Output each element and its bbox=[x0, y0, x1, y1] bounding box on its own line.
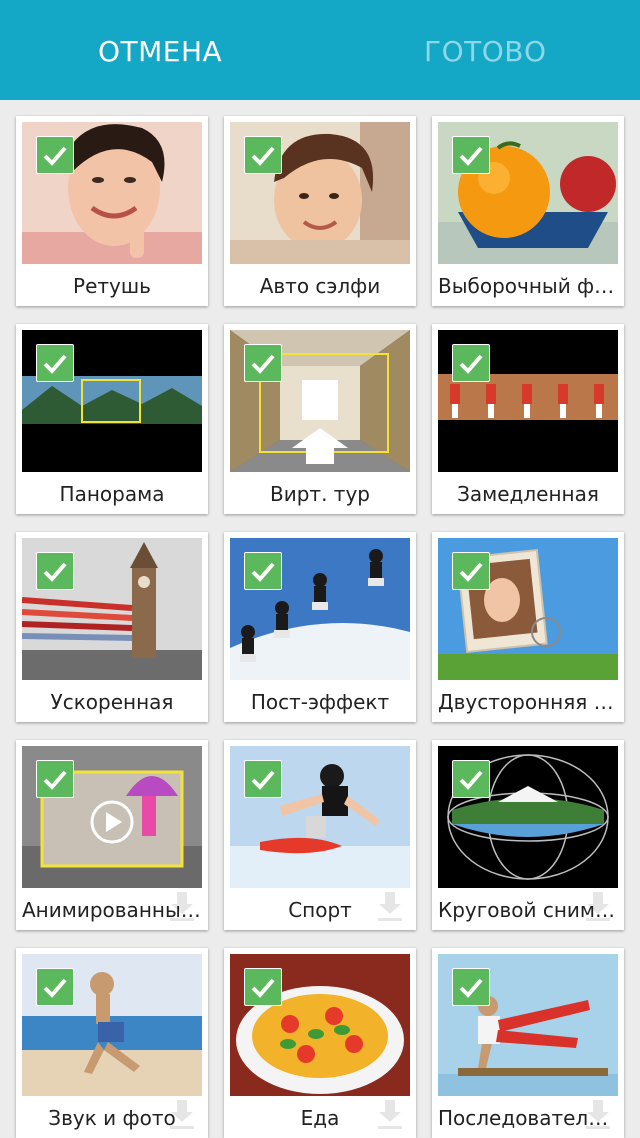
mode-card-slow-motion[interactable]: Замедленная bbox=[432, 324, 624, 514]
mode-card-animated-gif[interactable]: Анимированный GIF bbox=[16, 740, 208, 930]
mode-label: Анимированный GIF bbox=[22, 898, 208, 922]
done-button[interactable]: ГОТОВО bbox=[424, 30, 547, 74]
mode-label: Пост-эффект bbox=[250, 690, 390, 714]
check-icon[interactable] bbox=[452, 136, 490, 174]
mode-card-sport[interactable]: Спорт bbox=[224, 740, 416, 930]
check-icon[interactable] bbox=[36, 136, 74, 174]
mode-card-surround-shot[interactable]: Круговой снимок bbox=[432, 740, 624, 930]
mode-label: Вирт. тур bbox=[270, 482, 370, 506]
check-icon[interactable] bbox=[36, 760, 74, 798]
mode-label: Замедленная bbox=[457, 482, 599, 506]
check-icon[interactable] bbox=[244, 344, 282, 382]
check-icon[interactable] bbox=[244, 760, 282, 798]
mode-card-auto-selfie[interactable]: Авто сэлфи bbox=[224, 116, 416, 306]
mode-label: Звук и фото bbox=[48, 1106, 176, 1130]
mode-card-hyperlapse[interactable]: Ускоренная bbox=[16, 532, 208, 722]
check-icon[interactable] bbox=[36, 968, 74, 1006]
check-icon[interactable] bbox=[452, 968, 490, 1006]
cancel-button[interactable]: ОТМЕНА bbox=[98, 30, 222, 74]
mode-grid: Ретушь Авто сэлфи Выборочный фокус Панор… bbox=[0, 100, 640, 1138]
mode-label: Панорама bbox=[59, 482, 165, 506]
mode-label: Ретушь bbox=[73, 274, 151, 298]
mode-card-sound-and-shot[interactable]: Звук и фото bbox=[16, 948, 208, 1138]
check-icon[interactable] bbox=[452, 552, 490, 590]
mode-card-sequence-shot[interactable]: Последовательная съемка bbox=[432, 948, 624, 1138]
mode-card-food[interactable]: Еда bbox=[224, 948, 416, 1138]
mode-label: Спорт bbox=[288, 898, 352, 922]
mode-card-selective-focus[interactable]: Выборочный фокус bbox=[432, 116, 624, 306]
mode-label: Двусторонняя съемка bbox=[438, 690, 624, 714]
mode-card-post-effect[interactable]: Пост-эффект bbox=[224, 532, 416, 722]
check-icon[interactable] bbox=[244, 552, 282, 590]
mode-card-virtual-tour[interactable]: Вирт. тур bbox=[224, 324, 416, 514]
mode-label: Выборочный фокус bbox=[438, 274, 624, 298]
check-icon[interactable] bbox=[36, 344, 74, 382]
check-icon[interactable] bbox=[452, 760, 490, 798]
check-icon[interactable] bbox=[244, 968, 282, 1006]
check-icon[interactable] bbox=[244, 136, 282, 174]
mode-label: Круговой снимок bbox=[438, 898, 620, 922]
top-bar: ОТМЕНА ГОТОВО bbox=[0, 0, 640, 100]
mode-label: Ускоренная bbox=[50, 690, 174, 714]
mode-card-dual-camera[interactable]: Двусторонняя съемка bbox=[432, 532, 624, 722]
check-icon[interactable] bbox=[36, 552, 74, 590]
mode-card-retouch[interactable]: Ретушь bbox=[16, 116, 208, 306]
mode-label: Авто сэлфи bbox=[259, 274, 381, 298]
mode-card-panorama[interactable]: Панорама bbox=[16, 324, 208, 514]
mode-label: Еда bbox=[300, 1106, 340, 1130]
mode-label: Последовательная съемка bbox=[438, 1106, 624, 1130]
check-icon[interactable] bbox=[452, 344, 490, 382]
